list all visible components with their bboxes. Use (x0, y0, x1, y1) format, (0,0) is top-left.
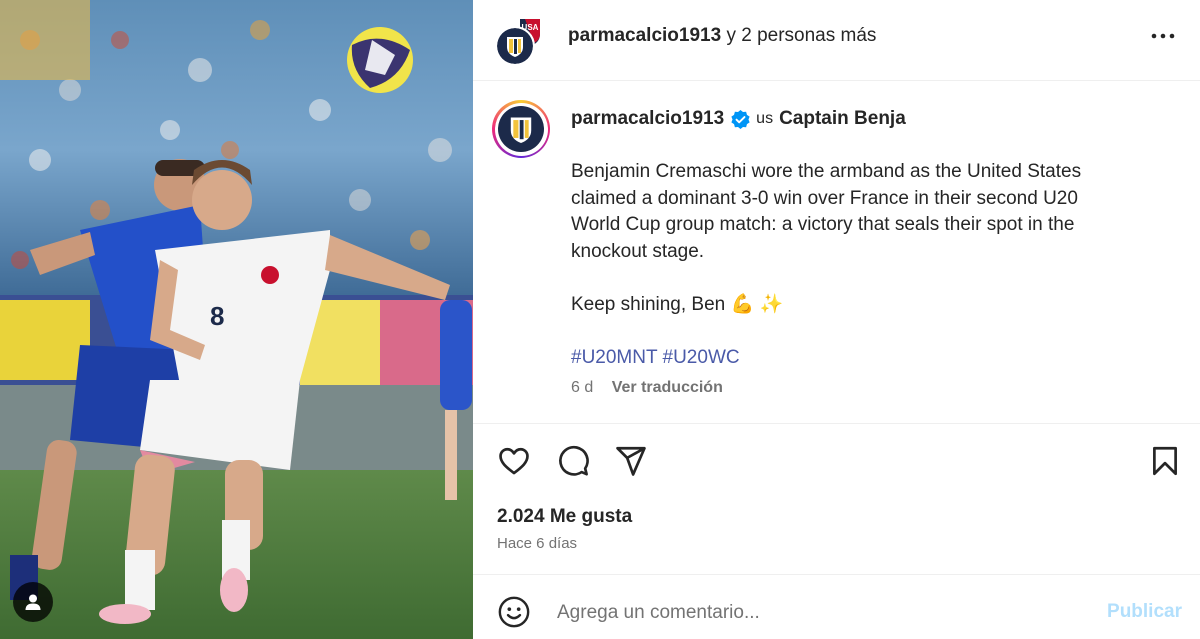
caption-line: claimed a dominant 3-0 win over France i… (571, 187, 1078, 209)
caption-line: World Cup group match: a victory that se… (571, 214, 1075, 235)
hashtag-u20wc[interactable]: #U20WC (663, 347, 740, 368)
smiley-face-icon (498, 596, 530, 628)
save-button[interactable] (1148, 444, 1182, 478)
soccer-match-image: 8 (0, 0, 473, 639)
caption-avatar[interactable] (492, 100, 550, 158)
comment-bubble-icon (559, 445, 589, 476)
share-button[interactable] (614, 444, 648, 478)
comment-bar: Publicar (473, 575, 1200, 639)
caption-title: Captain Benja (779, 108, 906, 129)
more-options-button[interactable] (1146, 24, 1180, 48)
heart-icon (499, 447, 529, 475)
verified-badge-icon (731, 109, 750, 129)
parma-crest-logo (497, 28, 533, 64)
see-translation-link[interactable]: Ver traducción (612, 379, 723, 396)
post-date: Hace 6 días (497, 535, 578, 552)
header-username[interactable]: parmacalcio1913 (568, 25, 721, 46)
likes-count[interactable]: 2.024 Me gusta (497, 506, 632, 528)
user-tag-button[interactable] (13, 582, 53, 622)
caption-text: Benjamin Cremaschi wore the armband as t… (571, 159, 1151, 371)
post-actions: 2.024 Me gusta Hace 6 días (473, 424, 1200, 575)
user-tag-icon (25, 594, 41, 610)
caption-header: parmacalcio1913 us Captain Benja (571, 107, 906, 131)
paper-plane-icon (616, 446, 646, 476)
post-header: USA parmacalcio1913 y 2 personas más (473, 0, 1200, 81)
caption-meta: 6 d Ver traducción (571, 379, 723, 397)
us-flag-emoji: us (756, 110, 774, 127)
hashtag-list: #U20MNT #U20WC (571, 345, 1151, 372)
caption-section: parmacalcio1913 us Captain Benja Benjami… (473, 81, 1200, 424)
header-others[interactable]: y 2 personas más (726, 25, 876, 46)
publish-button[interactable]: Publicar (1107, 601, 1182, 623)
collab-avatars[interactable]: USA (495, 12, 549, 66)
post-details-panel: USA parmacalcio1913 y 2 personas más par… (473, 0, 1200, 639)
header-accounts[interactable]: parmacalcio1913 y 2 personas más (568, 24, 876, 48)
post-photo[interactable]: 8 (0, 0, 473, 639)
caption-line: Benjamin Cremaschi wore the armband as t… (571, 161, 1082, 182)
bookmark-icon (1153, 446, 1177, 476)
hashtag-u20mnt[interactable]: #U20MNT (571, 347, 657, 368)
caption-line: knockout stage. (571, 240, 705, 262)
like-button[interactable] (497, 444, 531, 478)
more-horizontal-icon (1151, 33, 1175, 39)
comment-input[interactable] (555, 595, 1079, 631)
caption-time[interactable]: 6 d (571, 379, 593, 396)
jersey-number: 8 (210, 301, 224, 331)
comment-button[interactable] (556, 444, 590, 478)
caption-closing: Keep shining, Ben 💪 ✨ (571, 293, 784, 315)
parma-crest-logo (498, 106, 544, 152)
emoji-picker-button[interactable] (497, 595, 531, 629)
parma-avatar (495, 26, 535, 66)
caption-username[interactable]: parmacalcio1913 (571, 107, 724, 131)
